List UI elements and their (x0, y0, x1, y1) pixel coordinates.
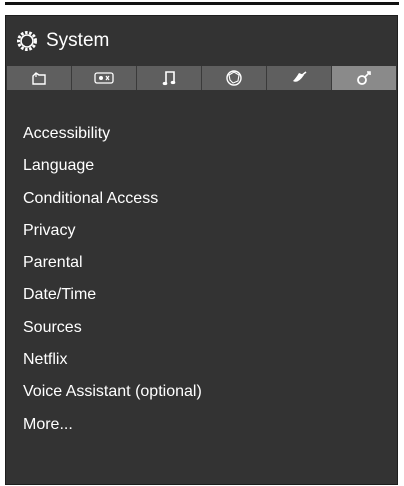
picture-icon (30, 71, 48, 85)
menu-item-accessibility[interactable]: Accessibility (23, 118, 202, 150)
tab-system[interactable] (332, 66, 396, 90)
tab-satellite[interactable] (267, 66, 332, 90)
sound-display-icon (94, 72, 114, 84)
menu-header: System (6, 16, 397, 66)
satellite-dish-icon (290, 70, 308, 86)
menu-item-parental[interactable]: Parental (23, 247, 202, 279)
system-menu-panel: System Accessibility Language Conditiona… (5, 15, 398, 485)
menu-item-more[interactable]: More... (23, 409, 202, 441)
menu-item-conditional-access[interactable]: Conditional Access (23, 183, 202, 215)
menu-item-voice-assistant[interactable]: Voice Assistant (optional) (23, 376, 202, 408)
tab-sound-display[interactable] (72, 66, 137, 90)
top-border (0, 0, 404, 5)
gear-icon (16, 30, 38, 52)
menu-item-privacy[interactable]: Privacy (23, 215, 202, 247)
system-tools-icon (356, 69, 372, 87)
menu-item-netflix[interactable]: Netflix (23, 344, 202, 376)
settings-menu-list: Accessibility Language Conditional Acces… (23, 118, 202, 441)
menu-item-date-time[interactable]: Date/Time (23, 279, 202, 311)
network-globe-icon (225, 69, 243, 87)
page-title: System (46, 30, 110, 51)
category-tabs (7, 66, 396, 90)
tab-music[interactable] (137, 66, 202, 90)
tab-network[interactable] (202, 66, 267, 90)
menu-item-sources[interactable]: Sources (23, 312, 202, 344)
tab-picture[interactable] (7, 66, 72, 90)
music-note-icon (162, 70, 176, 86)
menu-item-language[interactable]: Language (23, 150, 202, 182)
